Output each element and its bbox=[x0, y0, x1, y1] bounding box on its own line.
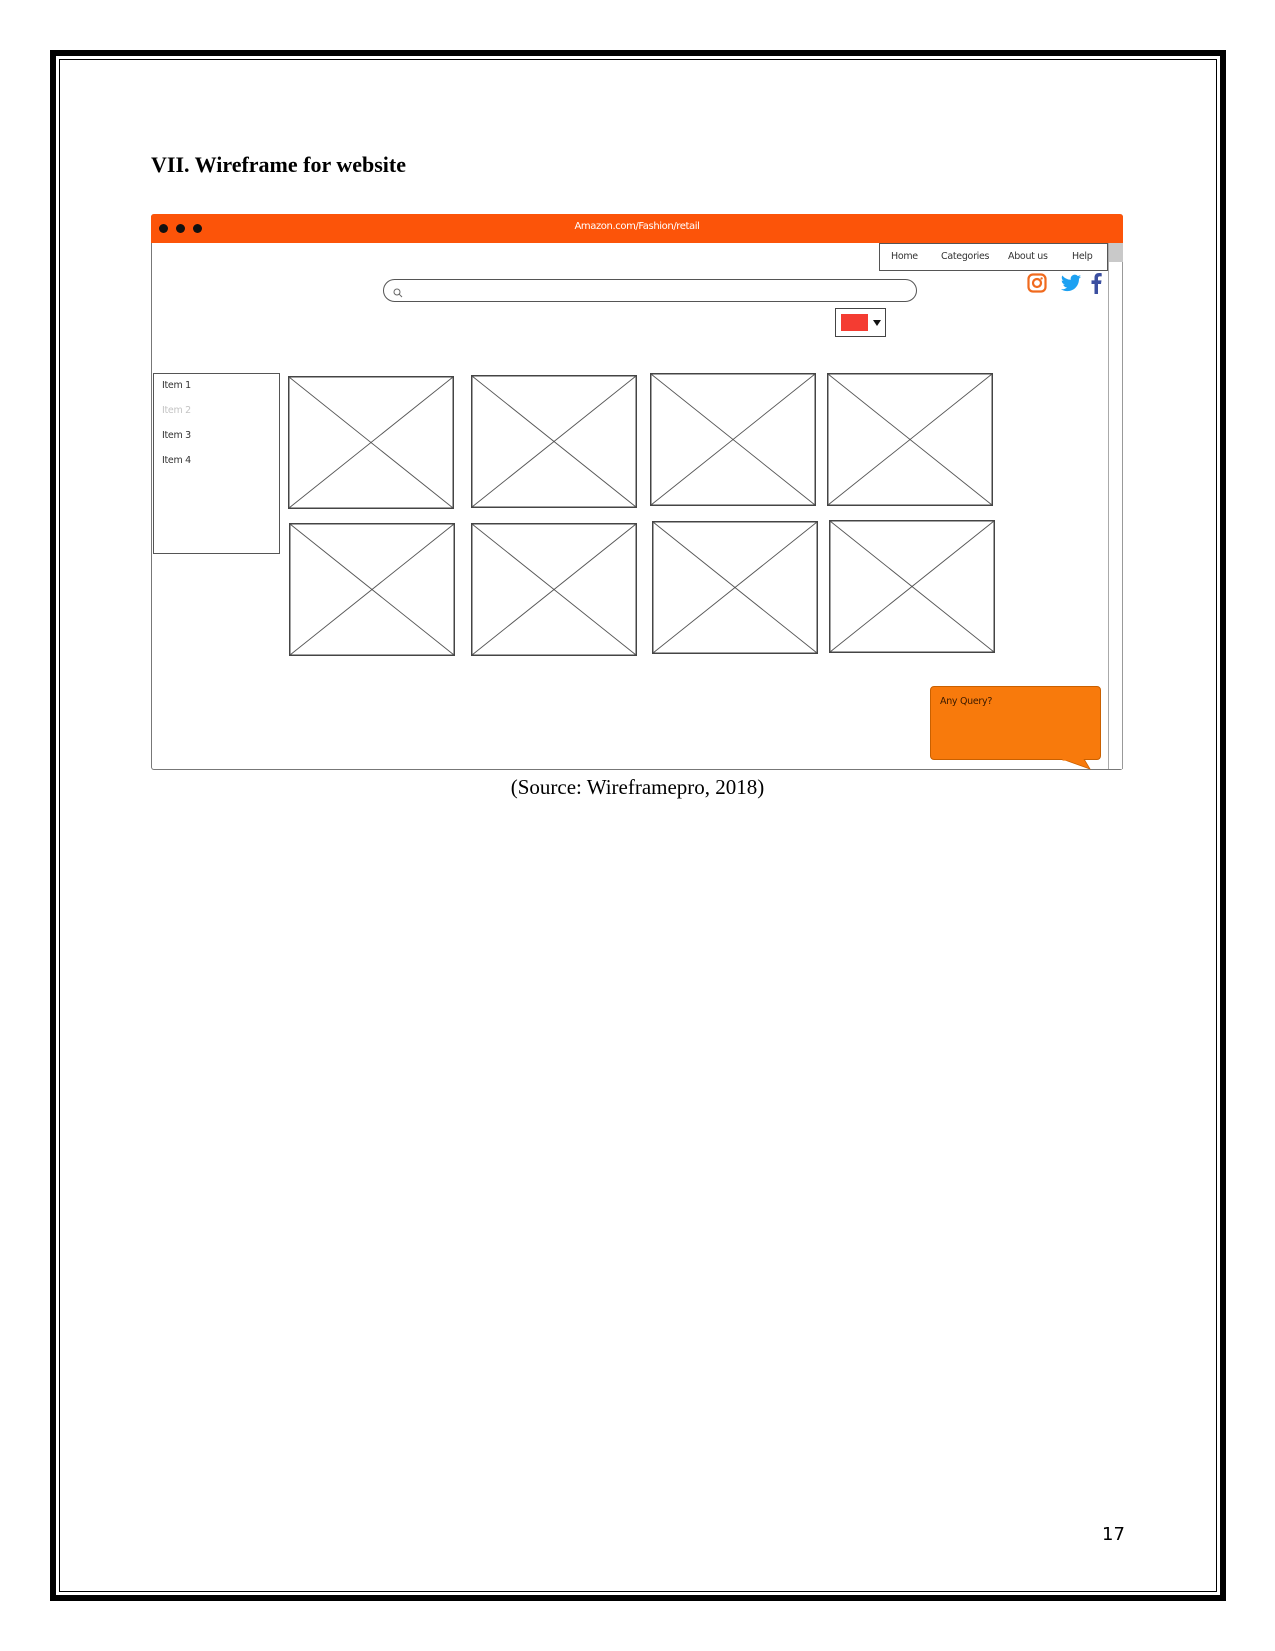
sidebar-item[interactable]: Item 1 bbox=[162, 380, 191, 391]
image-placeholder-icon bbox=[288, 376, 454, 509]
nav-item-categories[interactable]: Categories bbox=[941, 251, 990, 262]
scrollbar-thumb[interactable] bbox=[1109, 243, 1123, 262]
twitter-icon[interactable] bbox=[1060, 272, 1082, 299]
facebook-icon[interactable] bbox=[1090, 272, 1102, 299]
chat-bubble-text: Any Query? bbox=[940, 696, 993, 707]
color-dropdown[interactable] bbox=[835, 308, 886, 337]
image-placeholder[interactable] bbox=[289, 523, 455, 656]
image-placeholder[interactable] bbox=[652, 521, 818, 654]
image-placeholder[interactable] bbox=[650, 373, 816, 506]
browser-url: Amazon.com/Fashion/retail bbox=[574, 221, 700, 232]
image-placeholder-icon bbox=[471, 523, 637, 656]
image-placeholder-icon bbox=[827, 373, 993, 506]
image-placeholder-icon bbox=[289, 523, 455, 656]
nav-item-help[interactable]: Help bbox=[1072, 251, 1093, 262]
scrollbar[interactable] bbox=[1108, 243, 1123, 769]
chevron-down-icon bbox=[873, 320, 881, 326]
sidebar-item[interactable]: Item 4 bbox=[162, 455, 191, 466]
image-placeholder[interactable] bbox=[471, 523, 637, 656]
color-swatch bbox=[841, 314, 868, 331]
page-number: 17 bbox=[1102, 1524, 1125, 1545]
image-placeholder-icon bbox=[471, 375, 637, 508]
browser-title-bar: Amazon.com/Fashion/retail bbox=[151, 214, 1123, 243]
nav-item-about-us[interactable]: About us bbox=[1008, 251, 1048, 262]
chat-bubble[interactable]: Any Query? bbox=[930, 686, 1101, 760]
nav-item-home[interactable]: Home bbox=[891, 251, 918, 262]
wireframe-browser-window: Amazon.com/Fashion/retail Home Categorie… bbox=[151, 214, 1123, 770]
image-placeholder-icon bbox=[652, 521, 818, 654]
image-placeholder[interactable] bbox=[471, 375, 637, 508]
chat-bubble-tail bbox=[1062, 759, 1091, 770]
sidebar-item: Item 2 bbox=[162, 405, 191, 416]
image-placeholder[interactable] bbox=[829, 520, 995, 653]
sidebar-item[interactable]: Item 3 bbox=[162, 430, 191, 441]
figure-caption: (Source: Wireframepro, 2018) bbox=[510, 775, 765, 799]
search-icon bbox=[393, 285, 403, 303]
instagram-icon[interactable] bbox=[1027, 272, 1047, 299]
search-input[interactable] bbox=[383, 279, 917, 302]
top-nav: Home Categories About us Help bbox=[879, 243, 1108, 271]
image-placeholder[interactable] bbox=[827, 373, 993, 506]
sidebar-list: Item 1 Item 2 Item 3 Item 4 bbox=[153, 373, 280, 554]
image-placeholder[interactable] bbox=[288, 376, 454, 509]
section-title: VII. Wireframe for website bbox=[151, 152, 406, 177]
image-placeholder-icon bbox=[829, 520, 995, 653]
image-placeholder-icon bbox=[650, 373, 816, 506]
